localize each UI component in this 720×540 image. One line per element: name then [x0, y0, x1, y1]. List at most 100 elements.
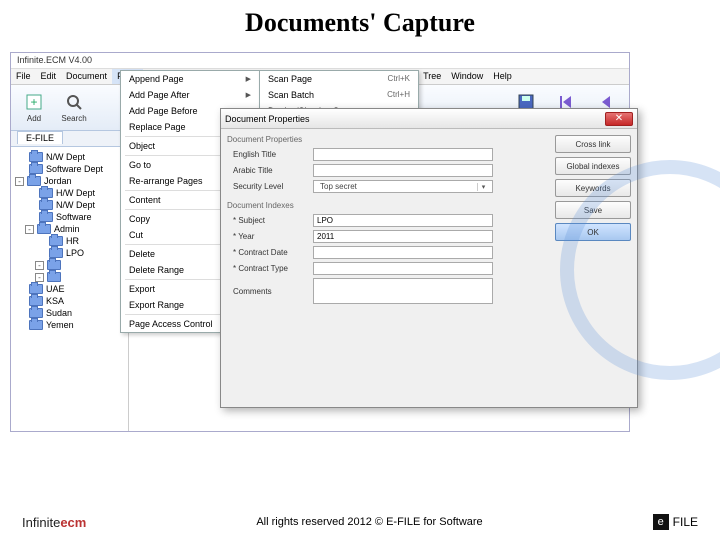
folder-icon [29, 164, 43, 174]
submenu-item[interactable]: Scan PageCtrl+K [260, 71, 418, 87]
tree-label: Admin [54, 224, 80, 234]
folder-icon [29, 320, 43, 330]
security-level-select[interactable]: Top secret▾ [313, 180, 493, 193]
tree-label: Jordan [44, 176, 72, 186]
folder-tree[interactable]: N/W Dept Software Dept - Jordan H/W Dept N/W … [11, 147, 129, 431]
global-indexes-button[interactable]: Global indexes [555, 157, 631, 175]
tool-label: Search [61, 114, 86, 123]
dialog-titlebar: Document Properties ✕ [221, 109, 637, 129]
tree-label: LPO [66, 248, 84, 258]
expand-icon[interactable]: - [15, 177, 24, 186]
english-title-label: English Title [233, 150, 309, 159]
folder-icon [29, 152, 43, 162]
tree-label: UAE [46, 284, 65, 294]
svg-text:+: + [30, 95, 37, 109]
submenu-item[interactable]: Scan BatchCtrl+H [260, 87, 418, 103]
tree-node[interactable]: - [13, 271, 126, 283]
contract-date-input[interactable] [313, 246, 493, 259]
app-titlebar: Infinite.ECM V4.00 [11, 53, 629, 69]
tool-add[interactable]: + Add [17, 92, 51, 123]
subject-input[interactable] [313, 214, 493, 227]
tree-node[interactable]: H/W Dept [13, 187, 126, 199]
tree-label: Software Dept [46, 164, 103, 174]
tree-node[interactable]: UAE [13, 283, 126, 295]
menu-item[interactable]: Append Page▶ [121, 71, 259, 87]
arabic-title-label: Arabic Title [233, 166, 309, 175]
tree-node[interactable]: LPO [13, 247, 126, 259]
contract-type-label: * Contract Type [233, 264, 309, 273]
close-button[interactable]: ✕ [605, 112, 633, 126]
keywords-button[interactable]: Keywords [555, 179, 631, 197]
add-icon: + [24, 92, 44, 112]
group-doc-indexes: Document Indexes [227, 201, 549, 210]
copyright-text: All rights reserved 2012 © E-FILE for So… [256, 516, 482, 528]
tree-label: Sudan [46, 308, 72, 318]
close-icon: ✕ [615, 113, 623, 124]
english-title-input[interactable] [313, 148, 493, 161]
folder-icon [39, 188, 53, 198]
arabic-title-input[interactable] [313, 164, 493, 177]
tab-efile[interactable]: E-FILE [17, 131, 63, 144]
menu-help[interactable]: Help [488, 69, 517, 84]
chevron-right-icon: ▶ [246, 75, 251, 83]
expand-icon[interactable]: - [25, 225, 34, 234]
ok-button[interactable]: OK [555, 223, 631, 241]
folder-icon [49, 236, 63, 246]
menu-item[interactable]: Add Page After▶ [121, 87, 259, 103]
expand-icon[interactable]: - [35, 273, 44, 282]
year-input[interactable] [313, 230, 493, 243]
chevron-right-icon: ▶ [246, 91, 251, 99]
tree-node[interactable]: Software [13, 211, 126, 223]
folder-icon [47, 260, 61, 270]
dialog-title: Document Properties [225, 114, 310, 124]
menu-edit[interactable]: Edit [36, 69, 62, 84]
folder-icon [29, 284, 43, 294]
comments-label: Comments [233, 287, 309, 296]
tree-node[interactable]: - Jordan [13, 175, 126, 187]
search-icon [64, 92, 84, 112]
tree-label: N/W Dept [46, 152, 85, 162]
security-level-label: Security Level [233, 182, 309, 191]
folder-icon [47, 272, 61, 282]
tree-label: Software [56, 212, 92, 222]
tree-node[interactable]: N/W Dept [13, 199, 126, 211]
folder-icon [29, 296, 43, 306]
tree-node[interactable]: KSA [13, 295, 126, 307]
tree-label: N/W Dept [56, 200, 95, 210]
tree-node[interactable]: Sudan [13, 307, 126, 319]
contract-date-label: * Contract Date [233, 248, 309, 257]
tree-node[interactable]: N/W Dept [13, 151, 126, 163]
menu-tree[interactable]: Tree [418, 69, 446, 84]
menu-window[interactable]: Window [446, 69, 488, 84]
tree-label: H/W Dept [56, 188, 95, 198]
document-properties-dialog: Document Properties ✕ Document Propertie… [220, 108, 638, 408]
menu-file[interactable]: File [11, 69, 36, 84]
logo-infinite-ecm: Infiniteecm [22, 515, 86, 530]
menu-document[interactable]: Document [61, 69, 112, 84]
folder-icon [29, 308, 43, 318]
tool-search[interactable]: Search [57, 92, 91, 123]
tree-label: Yemen [46, 320, 74, 330]
expand-icon[interactable]: - [35, 261, 44, 270]
tree-node[interactable]: - [13, 259, 126, 271]
tree-node[interactable]: Yemen [13, 319, 126, 331]
save-button[interactable]: Save [555, 201, 631, 219]
cross-link-button[interactable]: Cross link [555, 135, 631, 153]
comments-input[interactable] [313, 278, 493, 304]
tree-node[interactable]: - Admin [13, 223, 126, 235]
slide-title: Documents' Capture [0, 0, 720, 44]
tree-label: HR [66, 236, 79, 246]
group-doc-properties: Document Properties [227, 135, 549, 144]
contract-type-input[interactable] [313, 262, 493, 275]
tree-node[interactable]: HR [13, 235, 126, 247]
folder-icon [39, 212, 53, 222]
folder-icon [27, 176, 41, 186]
tool-label: Add [27, 114, 41, 123]
folder-icon [49, 248, 63, 258]
folder-icon [37, 224, 51, 234]
subject-label: * Subject [233, 216, 309, 225]
logo-efile: eFILE [653, 514, 698, 530]
slide-footer: Infiniteecm All rights reserved 2012 © E… [0, 514, 720, 530]
folder-icon [39, 200, 53, 210]
tree-label: KSA [46, 296, 64, 306]
